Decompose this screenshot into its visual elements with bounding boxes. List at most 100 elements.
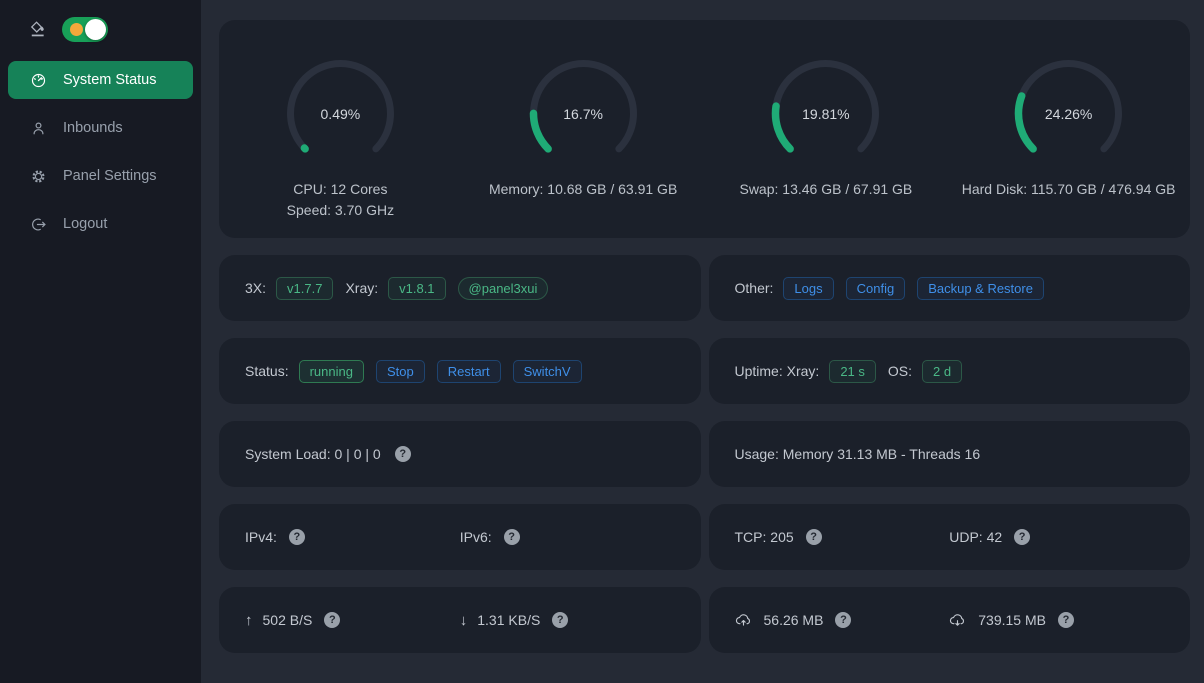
- cloud-download-icon: [949, 612, 966, 629]
- help-icon[interactable]: ?: [324, 612, 340, 628]
- sidebar-item-label: Panel Settings: [63, 168, 157, 184]
- help-icon[interactable]: ?: [1014, 529, 1030, 545]
- ipv4-label: IPv4:: [245, 529, 277, 545]
- tcp-stat: TCP: 205 ?: [735, 529, 950, 545]
- info-grid: 3X: v1.7.7 Xray: v1.8.1 @panel3xui Other…: [219, 255, 1190, 653]
- gauge-label-line: Speed: 3.70 GHz: [283, 200, 398, 221]
- upload-speed-value: 502 B/S: [263, 612, 313, 628]
- sidebar-item-label: System Status: [63, 72, 156, 88]
- download-speed-stat: ↓ 1.31 KB/S ?: [460, 612, 675, 629]
- system-gauges-card: 0.49% CPU: 12 Cores Speed: 3.70 GHz 16.7…: [219, 20, 1190, 238]
- card-xray-status: Status: running Stop Restart SwitchV: [219, 338, 701, 404]
- backup-restore-button[interactable]: Backup & Restore: [917, 277, 1044, 300]
- total-download-value: 739.15 MB: [978, 612, 1046, 628]
- dark-mode-toggle[interactable]: [62, 17, 108, 42]
- logout-icon: [30, 216, 47, 233]
- help-icon[interactable]: ?: [395, 446, 411, 462]
- help-icon[interactable]: ?: [289, 529, 305, 545]
- ipv4-stat: IPv4: ?: [245, 529, 460, 545]
- switch-version-button[interactable]: SwitchV: [513, 360, 582, 383]
- total-download-stat: 739.15 MB ?: [949, 612, 1164, 629]
- help-icon[interactable]: ?: [1058, 612, 1074, 628]
- gauge-memory-percent: 16.7%: [526, 56, 641, 171]
- gauge-label-line: CPU: 12 Cores: [283, 179, 398, 200]
- status-running-tag: running: [299, 360, 364, 383]
- gauge-cpu: 0.49% CPU: 12 Cores Speed: 3.70 GHz: [283, 56, 398, 238]
- xray-version-tag: v1.8.1: [388, 277, 445, 300]
- gauge-disk-label: Hard Disk: 115.70 GB / 476.94 GB: [962, 179, 1176, 200]
- telegram-link-tag[interactable]: @panel3xui: [458, 277, 549, 300]
- arrow-down-icon: ↓: [460, 612, 468, 629]
- cloud-upload-icon: [735, 612, 752, 629]
- card-network-total: 56.26 MB ? 739.15 MB ?: [709, 587, 1191, 653]
- user-icon: [30, 120, 47, 137]
- status-label: Status:: [245, 363, 289, 379]
- os-uptime-tag: 2 d: [922, 360, 962, 383]
- tcp-count-label: TCP: 205: [735, 529, 794, 545]
- help-icon[interactable]: ?: [806, 529, 822, 545]
- toggle-knob: [85, 19, 106, 40]
- main-content: 0.49% CPU: 12 Cores Speed: 3.70 GHz 16.7…: [201, 0, 1204, 683]
- gauge-memory-label: Memory: 10.68 GB / 63.91 GB: [489, 179, 677, 200]
- uptime-xray-label: Uptime: Xray:: [735, 363, 820, 379]
- sidebar-item-system-status[interactable]: System Status: [8, 61, 193, 99]
- card-uptime: Uptime: Xray: 21 s OS: 2 d: [709, 338, 1191, 404]
- gauge-label-line: Hard Disk: 115.70 GB / 476.94 GB: [962, 179, 1176, 200]
- card-network-speed: ↑ 502 B/S ? ↓ 1.31 KB/S ?: [219, 587, 701, 653]
- gauge-swap-dial: 19.81%: [768, 56, 883, 171]
- app-version-tag: v1.7.7: [276, 277, 333, 300]
- upload-speed-stat: ↑ 502 B/S ?: [245, 612, 460, 629]
- theme-color-icon[interactable]: [29, 20, 48, 39]
- logs-button[interactable]: Logs: [783, 277, 833, 300]
- sidebar-item-panel-settings[interactable]: Panel Settings: [8, 157, 193, 195]
- gauge-disk-percent: 24.26%: [1011, 56, 1126, 171]
- dashboard-icon: [30, 72, 47, 89]
- arrow-up-icon: ↑: [245, 612, 253, 629]
- sidebar: System Status Inbounds Panel Settings: [0, 0, 201, 683]
- sidebar-item-label: Logout: [63, 216, 107, 232]
- udp-count-label: UDP: 42: [949, 529, 1002, 545]
- help-icon[interactable]: ?: [504, 529, 520, 545]
- gauge-label-line: Memory: 10.68 GB / 63.91 GB: [489, 179, 677, 200]
- gauge-disk: 24.26% Hard Disk: 115.70 GB / 476.94 GB: [962, 56, 1176, 238]
- config-button[interactable]: Config: [846, 277, 906, 300]
- card-other-actions: Other: Logs Config Backup & Restore: [709, 255, 1191, 321]
- theme-toggle-row: [0, 14, 201, 44]
- restart-button[interactable]: Restart: [437, 360, 501, 383]
- ipv6-label: IPv6:: [460, 529, 492, 545]
- help-icon[interactable]: ?: [835, 612, 851, 628]
- gauge-swap-percent: 19.81%: [768, 56, 883, 171]
- sidebar-item-label: Inbounds: [63, 120, 123, 136]
- gauge-memory-dial: 16.7%: [526, 56, 641, 171]
- sidebar-item-inbounds[interactable]: Inbounds: [8, 109, 193, 147]
- gauge-label-line: Swap: 13.46 GB / 67.91 GB: [739, 179, 912, 200]
- total-upload-value: 56.26 MB: [764, 612, 824, 628]
- sun-icon: [70, 23, 83, 36]
- xray-label: Xray:: [345, 280, 378, 296]
- gauge-cpu-label: CPU: 12 Cores Speed: 3.70 GHz: [283, 179, 398, 221]
- help-icon[interactable]: ?: [552, 612, 568, 628]
- card-version-info: 3X: v1.7.7 Xray: v1.8.1 @panel3xui: [219, 255, 701, 321]
- uptime-os-label: OS:: [888, 363, 912, 379]
- gauge-disk-dial: 24.26%: [1011, 56, 1126, 171]
- download-speed-value: 1.31 KB/S: [477, 612, 540, 628]
- udp-stat: UDP: 42 ?: [949, 529, 1164, 545]
- sidebar-item-logout[interactable]: Logout: [8, 205, 193, 243]
- gauge-swap-label: Swap: 13.46 GB / 67.91 GB: [739, 179, 912, 200]
- total-upload-stat: 56.26 MB ?: [735, 612, 950, 629]
- ipv6-stat: IPv6: ?: [460, 529, 675, 545]
- gauge-cpu-percent: 0.49%: [283, 56, 398, 171]
- card-usage: Usage: Memory 31.13 MB - Threads 16: [709, 421, 1191, 487]
- card-system-load: System Load: 0 | 0 | 0 ?: [219, 421, 701, 487]
- card-ip-counts: IPv4: ? IPv6: ?: [219, 504, 701, 570]
- xray-uptime-tag: 21 s: [829, 360, 876, 383]
- gauge-cpu-dial: 0.49%: [283, 56, 398, 171]
- gear-icon: [30, 168, 47, 185]
- card-connection-counts: TCP: 205 ? UDP: 42 ?: [709, 504, 1191, 570]
- other-label: Other:: [735, 280, 774, 296]
- system-load-text: System Load: 0 | 0 | 0: [245, 446, 381, 462]
- version-label: 3X:: [245, 280, 266, 296]
- stop-button[interactable]: Stop: [376, 360, 425, 383]
- usage-text: Usage: Memory 31.13 MB - Threads 16: [735, 446, 981, 462]
- sidebar-menu: System Status Inbounds Panel Settings: [0, 61, 201, 243]
